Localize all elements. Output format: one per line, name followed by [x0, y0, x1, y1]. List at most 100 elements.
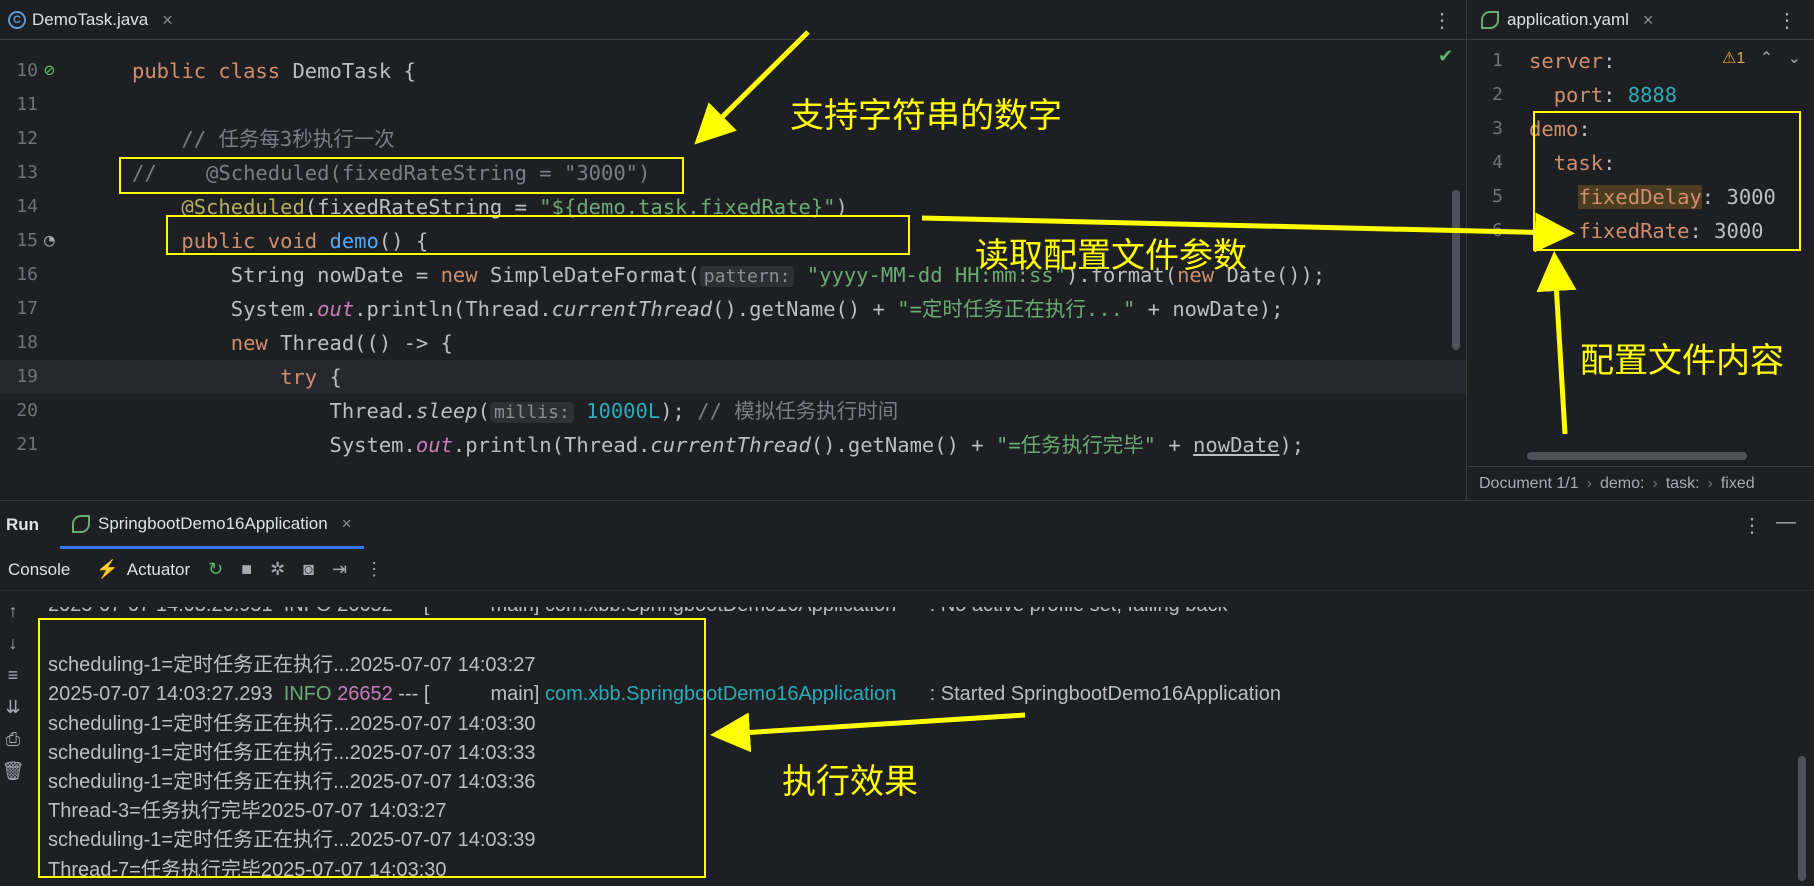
- code-token: String nowDate =: [132, 263, 441, 287]
- code-token: "=定时任务正在执行...": [897, 297, 1136, 321]
- line-number[interactable]: 10: [0, 54, 38, 88]
- code-line[interactable]: 11: [0, 88, 1466, 122]
- code-text: public class DemoTask {: [132, 54, 416, 88]
- annotation-box-yaml: [1533, 111, 1801, 251]
- line-number[interactable]: 11: [0, 88, 38, 122]
- code-line[interactable]: 19 try {: [0, 360, 1466, 394]
- more-options-icon[interactable]: ⋮: [1742, 513, 1762, 538]
- line-number[interactable]: 14: [0, 190, 38, 224]
- debug-icon[interactable]: ✲: [270, 559, 285, 580]
- close-icon[interactable]: ×: [342, 514, 352, 534]
- close-icon[interactable]: ×: [1643, 10, 1654, 31]
- editor-scrollbar[interactable]: [1452, 190, 1460, 350]
- yaml-line[interactable]: 1 server:: [1467, 44, 1814, 78]
- code-line[interactable]: 21 System.out.println(Thread.currentThre…: [0, 428, 1466, 462]
- scroll-to-end-icon[interactable]: ⇊: [0, 697, 26, 719]
- code-text: System.out.println(Thread.currentThread(…: [132, 428, 1304, 462]
- line-number[interactable]: 20: [0, 394, 38, 428]
- bean-gutter-icon[interactable]: ⊘: [44, 54, 55, 88]
- tab-demotask-java[interactable]: C DemoTask.java ×: [8, 0, 173, 40]
- print-icon[interactable]: ⎙: [0, 729, 26, 751]
- tab-run-config[interactable]: SpringbootDemo16Application ×: [60, 501, 364, 549]
- java-class-icon: C: [8, 11, 26, 29]
- yaml-h-scrollbar[interactable]: [1527, 452, 1747, 460]
- yaml-colon: :: [1603, 83, 1628, 107]
- code-token: .println(Thread.: [452, 433, 651, 457]
- code-token: public: [132, 59, 219, 83]
- parameter-hint: pattern:: [699, 266, 795, 287]
- line-number[interactable]: 21: [0, 428, 38, 462]
- code-token: SimpleDateFormat(: [489, 263, 700, 287]
- code-token: // 模拟任务执行时间: [697, 399, 899, 423]
- line-number[interactable]: 16: [0, 258, 38, 292]
- code-token: currentThread: [551, 297, 713, 321]
- annotation-box-line13: [119, 157, 684, 194]
- line-number[interactable]: 12: [0, 122, 38, 156]
- line-number[interactable]: 3: [1467, 112, 1503, 146]
- line-number[interactable]: 4: [1467, 146, 1503, 180]
- arrow-up-icon[interactable]: ↑: [0, 601, 26, 623]
- code-token: {: [329, 365, 342, 389]
- camera-icon[interactable]: ◙: [303, 559, 314, 580]
- code-text: // 任务每3秒执行一次: [132, 122, 395, 156]
- yaml-line[interactable]: 2 port: 8888: [1467, 78, 1814, 112]
- code-token: currentThread: [650, 433, 811, 457]
- console-line: 2025-07-07 14:03:26.951 INFO 26652 --- […: [48, 594, 1228, 622]
- close-icon[interactable]: ×: [162, 10, 173, 31]
- tab-console[interactable]: Console: [8, 560, 70, 580]
- more-options-icon[interactable]: ⋮: [365, 559, 383, 580]
- code-text: System.out.println(Thread.currentThread(…: [132, 292, 1284, 326]
- code-token: );: [1279, 433, 1305, 457]
- code-token: (: [477, 399, 490, 423]
- exit-icon[interactable]: ⇥: [332, 559, 347, 580]
- code-line[interactable]: 12 // 任务每3秒执行一次: [0, 122, 1466, 156]
- minimize-icon[interactable]: —: [1776, 511, 1796, 534]
- stop-icon[interactable]: ■: [241, 559, 252, 580]
- code-line[interactable]: 17 System.out.println(Thread.currentThre…: [0, 292, 1466, 326]
- line-number[interactable]: 17: [0, 292, 38, 326]
- wrap-icon[interactable]: ≡: [0, 665, 26, 687]
- yaml-value: 8888: [1627, 83, 1678, 107]
- console-text: 2025-07-07 14:03:26.951 INFO 26652 --- […: [48, 594, 1228, 616]
- actuator-icon: ⚡: [96, 559, 119, 579]
- code-line[interactable]: 20 Thread.sleep(millis: 10000L); // 模拟任务…: [0, 394, 1466, 428]
- code-token: DemoTask {: [292, 59, 416, 83]
- code-token: System.: [132, 297, 318, 321]
- schedule-gutter-icon[interactable]: ◔: [44, 224, 55, 258]
- arrow-down-icon[interactable]: ↓: [0, 633, 26, 655]
- run-title: Run: [6, 515, 40, 534]
- line-number[interactable]: 19: [0, 360, 38, 394]
- code-line[interactable]: 10 public class DemoTask { ⊘: [0, 54, 1466, 88]
- code-text: Thread.sleep(millis: 10000L); // 模拟任务执行时…: [132, 394, 898, 430]
- code-token: Thread.: [132, 399, 416, 423]
- more-options-icon[interactable]: ⋮: [1777, 8, 1797, 33]
- yaml-text: port: 8888: [1529, 78, 1677, 112]
- code-token: 10000L: [573, 399, 661, 423]
- line-number[interactable]: 15: [0, 224, 38, 258]
- line-number[interactable]: 18: [0, 326, 38, 360]
- rerun-icon[interactable]: ↻: [208, 559, 223, 580]
- more-options-icon[interactable]: ⋮: [1432, 8, 1452, 33]
- line-number[interactable]: 1: [1467, 44, 1503, 78]
- spring-run-icon: [72, 514, 90, 533]
- console-scrollbar[interactable]: [1798, 756, 1806, 881]
- tab-label: application.yaml: [1507, 10, 1629, 29]
- tab-actuator[interactable]: ⚡ Actuator: [96, 559, 190, 580]
- code-token: out: [317, 297, 355, 321]
- code-token: // 任务每3秒执行一次: [132, 127, 395, 151]
- code-token: ().getName() +: [810, 433, 996, 457]
- code-line[interactable]: 18 new Thread(() -> {: [0, 326, 1466, 360]
- callout-read-config: 读取配置文件参数: [975, 236, 1247, 276]
- parameter-hint: millis:: [489, 402, 574, 423]
- code-token: );: [660, 399, 698, 423]
- line-number[interactable]: 2: [1467, 78, 1503, 112]
- line-number[interactable]: 5: [1467, 180, 1503, 214]
- yaml-colon: :: [1603, 49, 1628, 73]
- yaml-indent: [1529, 83, 1554, 107]
- tab-application-yaml[interactable]: application.yaml ×: [1481, 0, 1653, 40]
- yaml-tabbar: application.yaml × ⋮: [1467, 0, 1814, 40]
- trash-icon[interactable]: 🗑: [0, 761, 26, 783]
- line-number[interactable]: 6: [1467, 214, 1503, 248]
- code-text: try {: [132, 360, 342, 394]
- line-number[interactable]: 13: [0, 156, 38, 190]
